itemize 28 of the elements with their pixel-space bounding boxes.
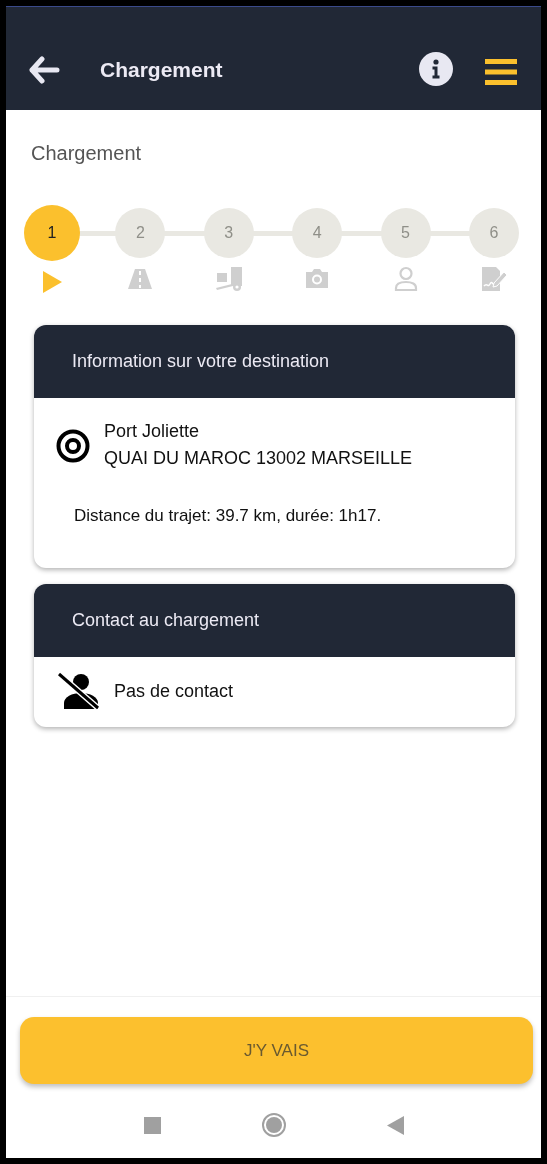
go-button[interactable]: J'Y VAIS xyxy=(20,1017,533,1084)
step-indicator[interactable]: 6 xyxy=(468,208,519,258)
menu-icon[interactable] xyxy=(485,58,517,86)
no-person-icon xyxy=(56,671,102,711)
road-icon xyxy=(127,266,154,292)
hand-truck-icon xyxy=(213,266,244,292)
step-indicator[interactable]: 4 xyxy=(292,208,343,258)
place-name: Port Joliette xyxy=(104,420,201,443)
target-icon xyxy=(56,429,90,463)
step-indicator[interactable]: 5 xyxy=(380,208,431,258)
back-arrow-icon[interactable] xyxy=(28,56,60,84)
info-icon[interactable] xyxy=(419,52,453,86)
signed-document-icon xyxy=(479,266,508,292)
recent-apps-icon[interactable] xyxy=(143,1116,161,1134)
contact-text: Pas de contact xyxy=(114,680,234,702)
step-indicator[interactable]: 1 xyxy=(24,205,80,261)
card-title: Contact au chargement xyxy=(72,610,260,631)
camera-icon xyxy=(304,266,331,290)
address-text: QUAI DU MAROC 13002 MARSEILLE xyxy=(104,447,413,470)
card-title: Information sur votre destination xyxy=(72,351,330,372)
app-bar-title: Chargement xyxy=(100,58,224,82)
back-icon[interactable] xyxy=(386,1115,404,1135)
step-indicator[interactable]: 3 xyxy=(203,208,254,258)
step-indicator[interactable]: 2 xyxy=(115,208,166,258)
person-icon xyxy=(393,266,418,292)
home-icon[interactable] xyxy=(260,1112,287,1138)
page-title: Chargement xyxy=(30,141,143,165)
trip-info: Distance du trajet: 39.7 km, durée: 1h17. xyxy=(73,505,383,527)
